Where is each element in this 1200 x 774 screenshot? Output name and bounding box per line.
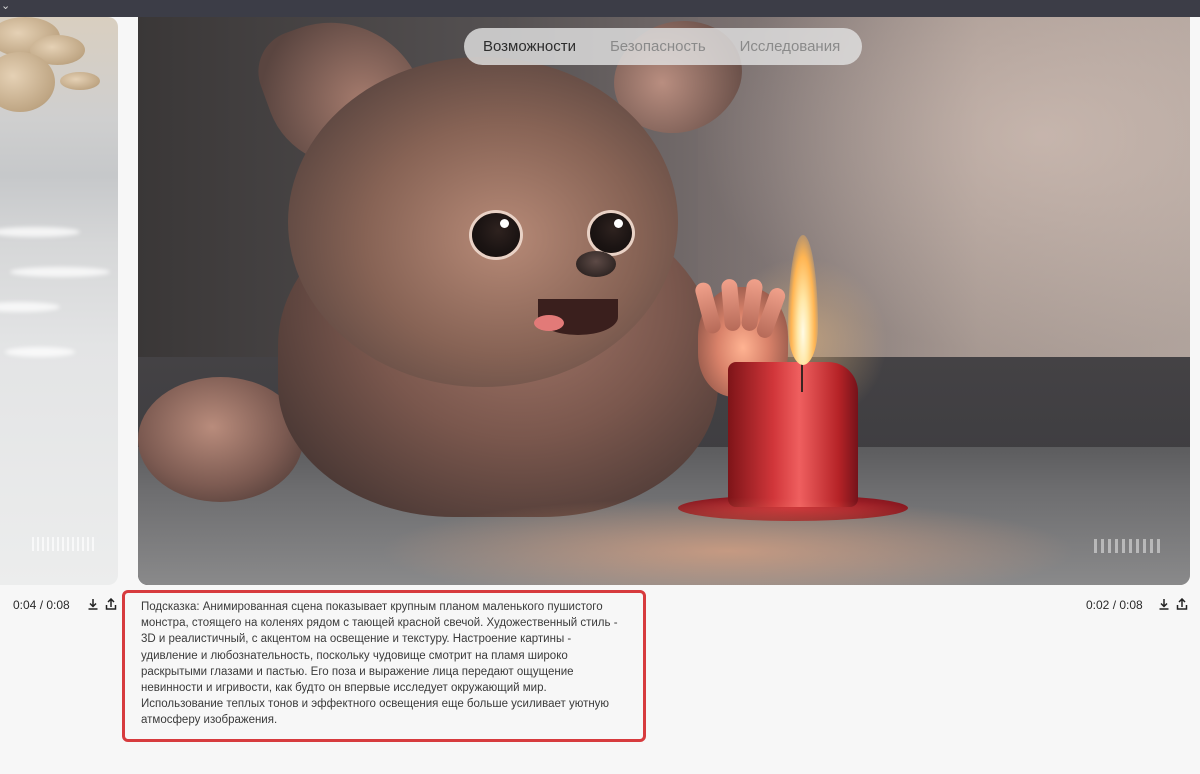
nav-item-features[interactable]: Возможности	[483, 38, 576, 55]
monster-right-eye	[590, 213, 632, 253]
chevron-down-icon[interactable]: ⌄	[1, 0, 10, 12]
monster-nose	[576, 251, 616, 277]
prompt-description-box: Подсказка: Анимированная сцена показывае…	[122, 590, 646, 742]
main-video-time: 0:02 / 0:08	[1086, 598, 1143, 612]
video-frame-wave	[0, 227, 80, 237]
monster-tongue	[534, 315, 564, 331]
video-frame-glow	[378, 497, 1078, 585]
eye-highlight	[500, 219, 509, 228]
download-icon[interactable]	[1158, 598, 1170, 610]
share-icon[interactable]	[1176, 598, 1188, 610]
video-frame-wave	[10, 267, 110, 277]
video-frame-wave	[5, 347, 75, 357]
eye-highlight	[614, 219, 623, 228]
prompt-text: Подсказка: Анимированная сцена показывае…	[141, 601, 618, 727]
red-candle	[728, 362, 858, 507]
video-frame-wave	[0, 302, 60, 312]
candle-wick	[801, 362, 803, 392]
video-frame-rock	[60, 72, 100, 90]
nav-item-research[interactable]: Исследования	[740, 38, 841, 55]
main-video-player[interactable]	[138, 17, 1190, 585]
left-video-preview[interactable]	[0, 17, 118, 585]
monster-left-eye	[472, 213, 520, 257]
nav-item-safety[interactable]: Безопасность	[610, 38, 706, 55]
share-icon[interactable]	[105, 598, 117, 610]
top-navigation: Возможности Безопасность Исследования	[464, 28, 862, 65]
download-icon[interactable]	[87, 598, 99, 610]
window-top-bar: ⌄	[0, 0, 1200, 17]
left-video-time: 0:04 / 0:08	[13, 598, 70, 612]
video-watermark	[1094, 539, 1164, 553]
video-watermark	[32, 537, 94, 551]
